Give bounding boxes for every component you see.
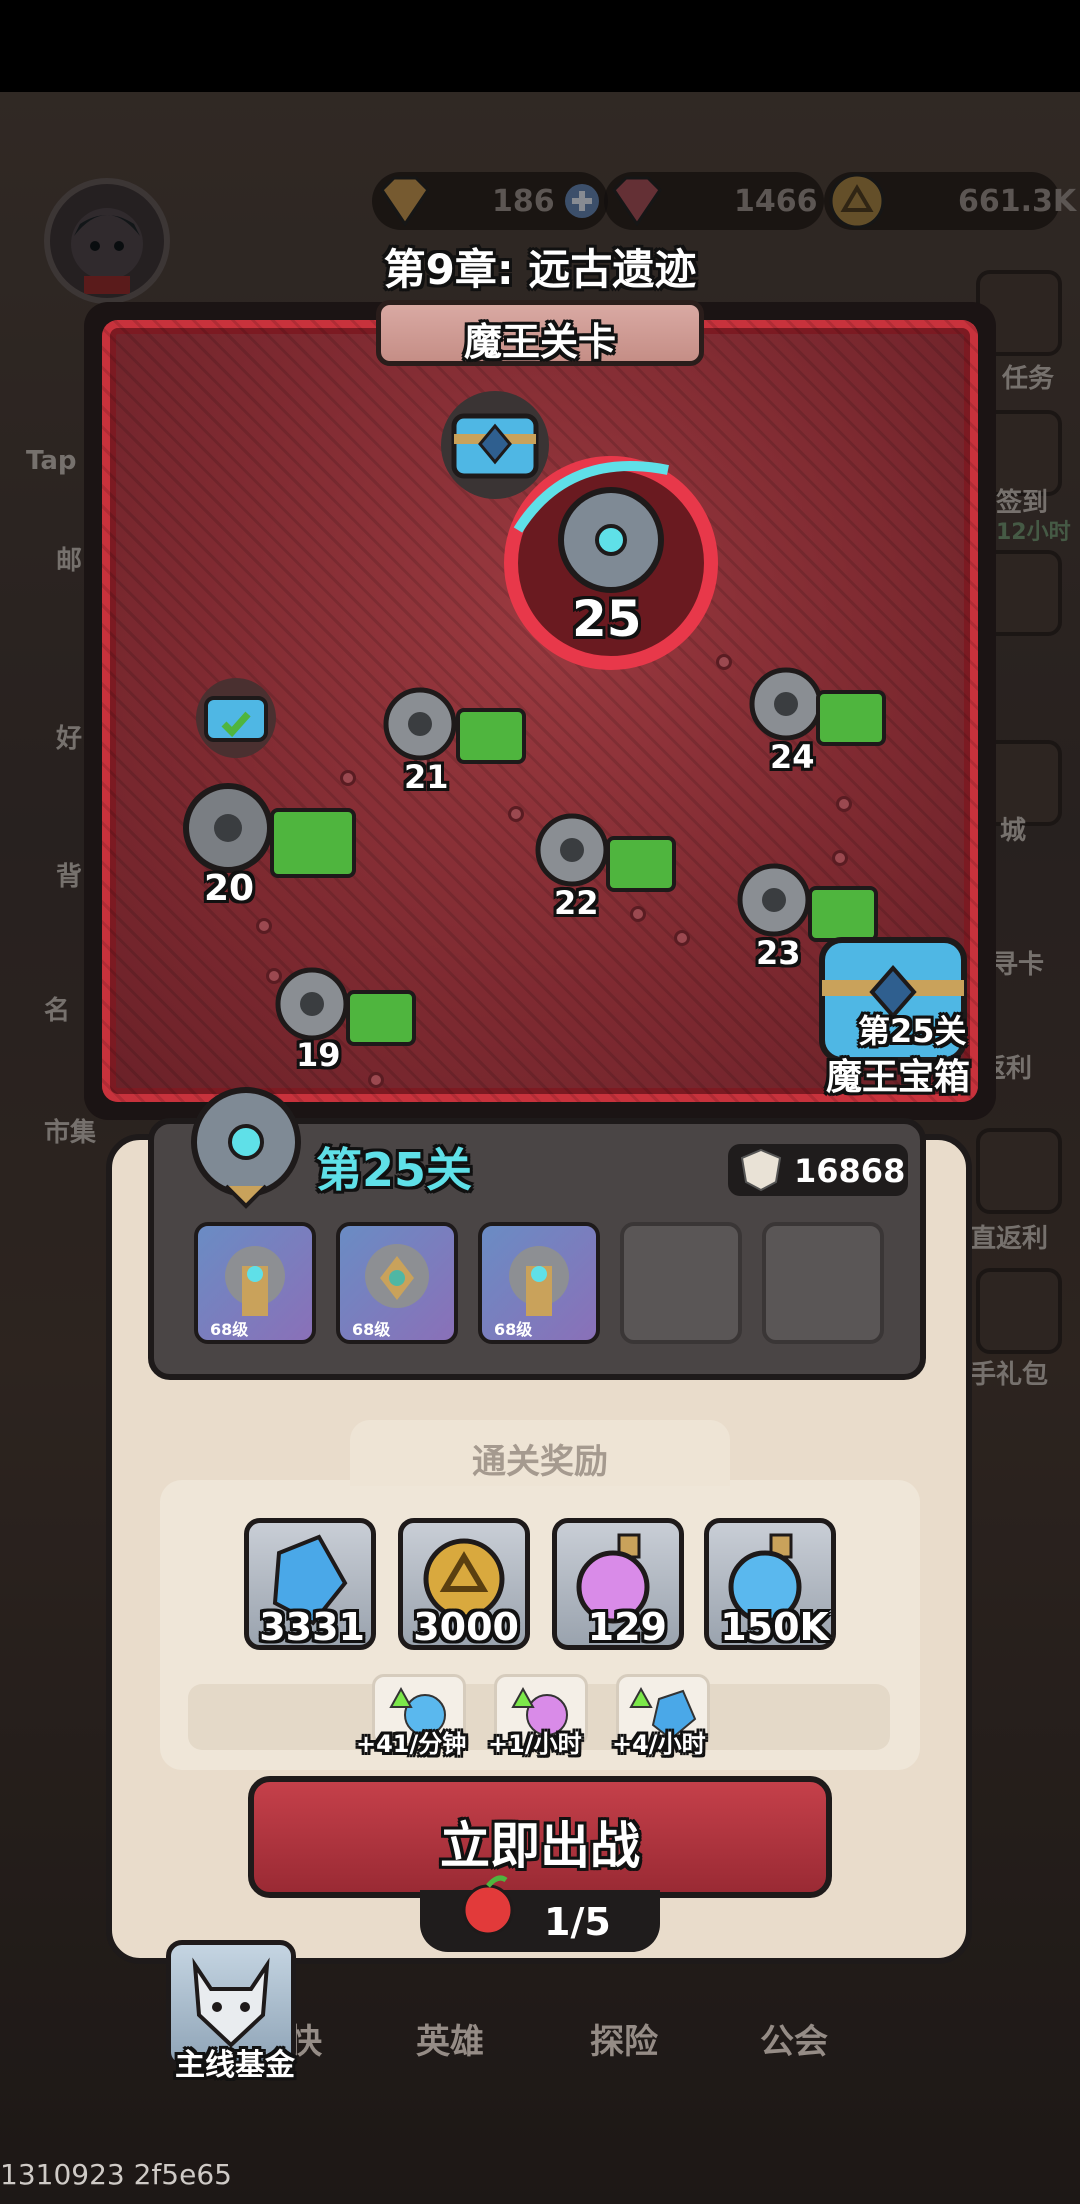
reward-item[interactable]: 129 [552, 1518, 684, 1650]
rate-text: +1/小时 [488, 1730, 582, 1758]
reward-count: 150K [720, 1605, 829, 1649]
power-display: 16868 [728, 1144, 908, 1196]
level-title: 第25关 [316, 1143, 473, 1197]
boss-banner-text: 魔王关卡 [463, 320, 616, 364]
power-value: 16868 [794, 1152, 906, 1190]
level-label-21: 21 [404, 758, 449, 796]
path-dot [508, 806, 524, 822]
nav-explore[interactable]: 探险 [590, 2014, 658, 2063]
enemy-level: 68级 [352, 1320, 391, 1339]
apple-icon [462, 1875, 514, 1936]
battle-now-label: 立即出战 [440, 1817, 640, 1875]
stamina-value: 1/5 [544, 1900, 611, 1944]
path-dot [340, 770, 356, 786]
path-dot [630, 906, 646, 922]
boss-level-number: 25 [572, 590, 642, 648]
stamina-display: 1/5 [420, 1875, 660, 1952]
reward-count: 3000 [413, 1605, 519, 1649]
reward-count: 3331 [259, 1605, 365, 1649]
reward-title: 通关奖励 [472, 1442, 608, 1482]
enemy-level: 68级 [494, 1320, 533, 1339]
reward-item[interactable]: 3000 [398, 1518, 530, 1650]
complete-flag-22 [606, 836, 676, 892]
level-gear-icon [191, 1087, 301, 1209]
path-dot [832, 850, 848, 866]
complete-flag-24 [816, 690, 886, 746]
nav-guild[interactable]: 公会 [760, 2014, 828, 2063]
battle-now-button[interactable]: 立即出战 [248, 1776, 832, 1898]
enemy-slot-empty [620, 1222, 742, 1344]
enemy-slot[interactable]: 68级 [336, 1222, 458, 1344]
chapter-title: 第9章: 远古遗迹 [383, 245, 697, 294]
debug-text: 1310923 2f5e65 [0, 2158, 232, 2191]
enemy-slot[interactable]: 68级 [478, 1222, 600, 1344]
main-fund-label: 主线基金 [175, 2048, 295, 2083]
enemy-slot[interactable]: 68级 [194, 1222, 316, 1344]
boss-banner: 魔王关卡 [376, 300, 704, 366]
level-label-20: 20 [204, 868, 255, 909]
enemy-slot-empty [762, 1222, 884, 1344]
path-dot [674, 930, 690, 946]
level-label-22: 22 [554, 884, 599, 922]
enemy-level: 68级 [210, 1320, 249, 1339]
path-dot [256, 918, 272, 934]
reward-title-bar: 通关奖励 [350, 1420, 730, 1486]
rate-text: +4/小时 [612, 1730, 706, 1758]
boss-level-marker[interactable] [488, 440, 734, 686]
rate-text: +41/分钟 [356, 1730, 467, 1758]
complete-flag-20 [270, 808, 356, 878]
complete-flag-19 [346, 990, 416, 1046]
level-label-23: 23 [756, 934, 801, 972]
level-label-19: 19 [296, 1036, 341, 1074]
status-bar [0, 0, 1080, 92]
boss-chest-label-2: 魔王宝箱 [826, 1057, 971, 1098]
small-chest-icon[interactable] [194, 676, 278, 760]
path-dot [836, 796, 852, 812]
complete-flag-21 [456, 708, 526, 764]
path-dot [368, 1072, 384, 1088]
reward-item[interactable]: 150K [704, 1518, 836, 1650]
reward-count: 129 [587, 1605, 667, 1649]
power-shield-icon [740, 1148, 782, 1192]
reward-item[interactable]: 3331 [244, 1518, 376, 1650]
boss-chest-label-1: 第25关 [858, 1012, 967, 1050]
level-label-24: 24 [770, 738, 815, 776]
nav-heroes[interactable]: 英雄 [416, 2014, 484, 2063]
